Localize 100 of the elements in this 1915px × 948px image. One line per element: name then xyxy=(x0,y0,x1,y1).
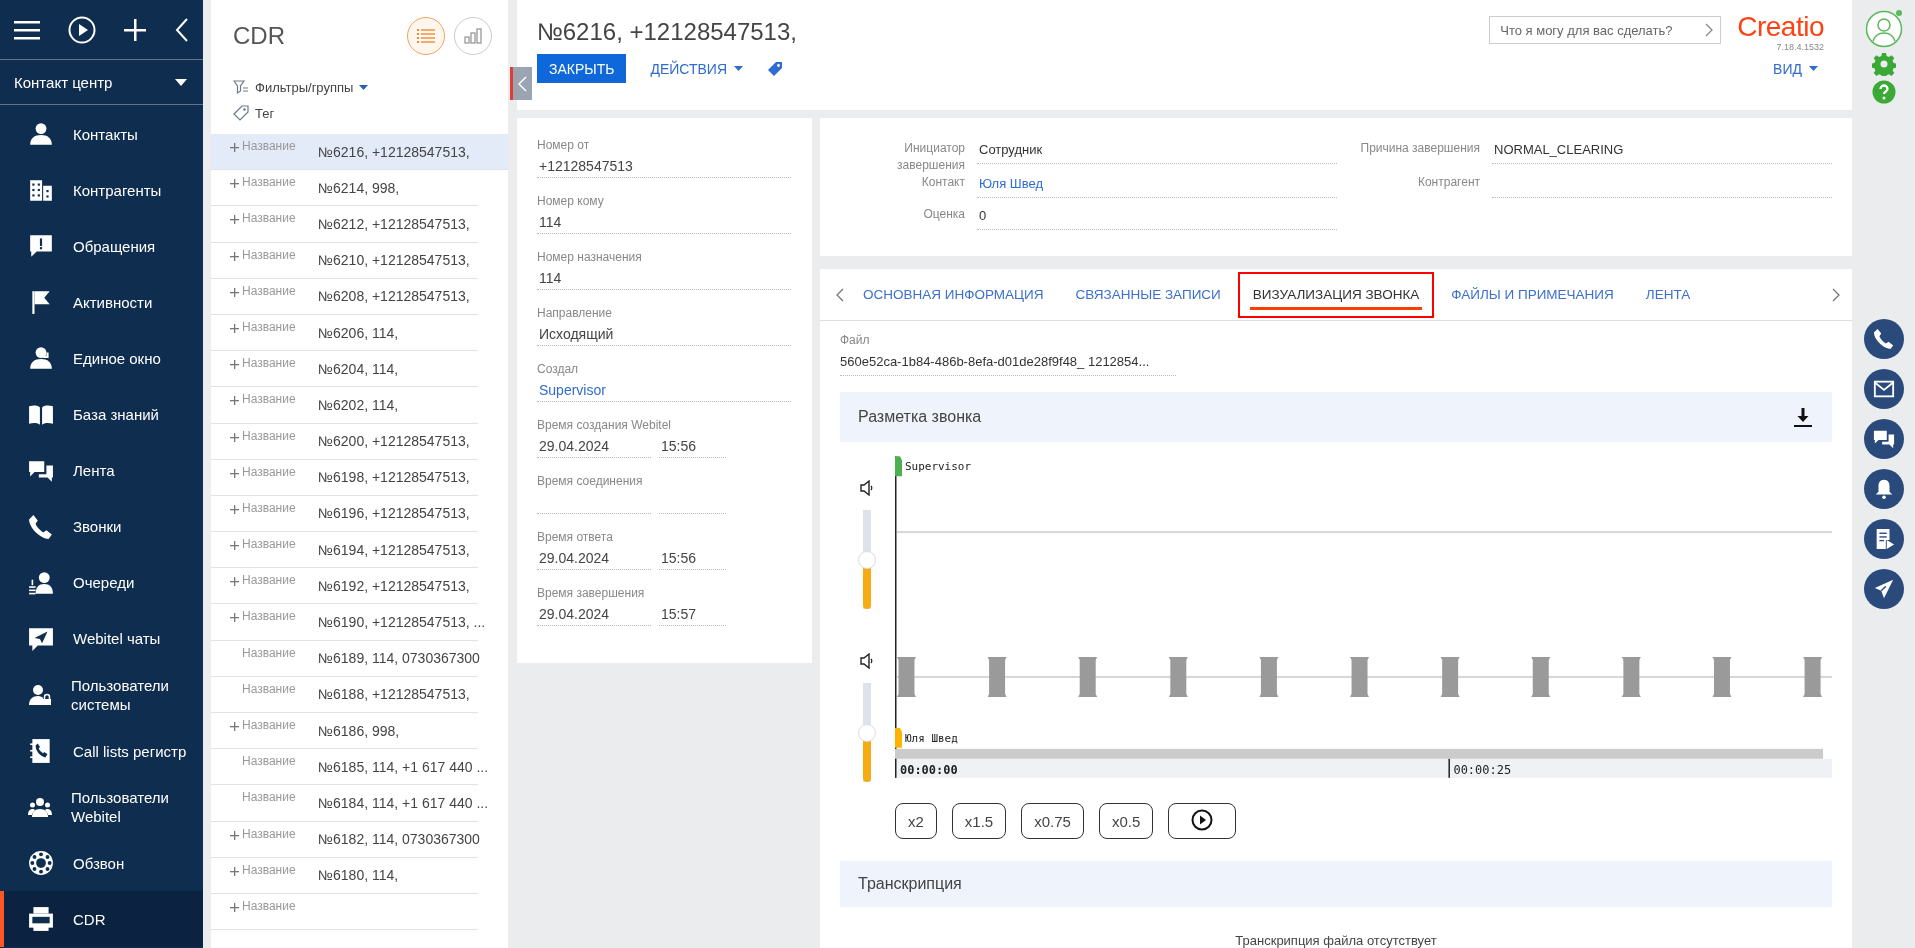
filter-icon xyxy=(233,79,249,95)
collapse-handle[interactable] xyxy=(510,67,532,100)
field-value: Сотрудник xyxy=(977,140,1337,164)
nav-item[interactable]: CDR xyxy=(0,891,203,948)
field-label: Название xyxy=(242,139,296,153)
tag-icon[interactable] xyxy=(767,60,783,77)
list-row[interactable]: Название №6189, 114, 0730367300 xyxy=(211,640,478,677)
nav-item[interactable]: Единое окно xyxy=(0,330,203,387)
field-label: Название xyxy=(242,790,296,805)
help-icon[interactable] xyxy=(1871,80,1896,104)
nav-item[interactable]: Пользователи Webitel xyxy=(0,779,203,836)
time-label: 00:00:00 xyxy=(899,762,958,777)
tab[interactable]: ВИЗУАЛИЗАЦИЯ ЗВОНКА xyxy=(1237,271,1435,318)
mail-button[interactable] xyxy=(1863,369,1904,409)
field-label: Название xyxy=(242,392,296,407)
list-row[interactable]: Название №6208, +12128547513, xyxy=(211,278,478,315)
actions-menu[interactable]: ДЕЙСТВИЯ xyxy=(644,59,749,78)
date-field[interactable]: 29.04.2024 xyxy=(537,547,651,570)
date-field[interactable]: 29.04.2024 xyxy=(537,435,651,458)
bell-button[interactable] xyxy=(1863,469,1904,509)
time-field[interactable]: 15:56 xyxy=(659,435,726,458)
settings-icon[interactable] xyxy=(1871,52,1896,76)
time-field[interactable]: 15:57 xyxy=(659,603,726,626)
field-label: Название xyxy=(242,826,296,841)
field-label: Название xyxy=(242,681,296,696)
play-icon[interactable] xyxy=(67,15,96,44)
workplace-dropdown[interactable]: Контакт центр xyxy=(0,60,203,105)
tab[interactable]: ОСНОВНАЯ ИНФОРМАЦИЯ xyxy=(848,271,1059,318)
nav-item[interactable]: Webitel чаты xyxy=(0,610,203,667)
row-value: №6182, 114, 0730367300 xyxy=(318,831,480,848)
view-menu[interactable]: ВИД xyxy=(1767,59,1824,78)
chevron-right-icon xyxy=(1705,23,1714,37)
nav-item[interactable]: Звонки xyxy=(0,498,203,555)
list-row[interactable]: Название №6212, +12128547513, xyxy=(211,206,478,243)
field-label: Номер назначения xyxy=(537,250,643,266)
nav-item[interactable]: Обзвон xyxy=(0,835,203,892)
person-lock-icon xyxy=(28,682,52,708)
nav-item[interactable]: Активности xyxy=(0,274,203,331)
search-field[interactable]: Что я могу для вас сделать? xyxy=(1489,16,1722,44)
close-button[interactable]: ЗАКРЫТЬ xyxy=(537,54,627,83)
nav-item[interactable]: Лента xyxy=(0,442,203,499)
nav-item[interactable]: Контакты xyxy=(0,106,203,163)
speed-button[interactable]: x1.5 xyxy=(951,803,1007,839)
alert-bubble-icon xyxy=(28,233,54,260)
field-link[interactable]: Юля Швед xyxy=(977,174,1337,198)
speed-button[interactable]: x2 xyxy=(895,803,937,839)
field-value: 560e52ca-1b84-486b-8efa-d01de28f9f48_ 1212854... xyxy=(840,351,1176,376)
list-row[interactable]: Название №6192, +12128547513, xyxy=(211,568,478,605)
chat-bubbles-button[interactable] xyxy=(1863,419,1904,459)
tab[interactable]: ФАЙЛЫ И ПРИМЕЧАНИЯ xyxy=(1436,271,1629,318)
field-label: Название xyxy=(242,862,296,877)
caret-down-icon xyxy=(734,66,743,71)
field-label: Название xyxy=(242,247,296,262)
tab[interactable]: ЛЕНТА xyxy=(1630,271,1706,318)
play-button[interactable] xyxy=(1168,803,1237,839)
plus-icon[interactable] xyxy=(123,17,148,42)
list-row[interactable]: Название №6182, 114, 0730367300 xyxy=(211,821,478,858)
nav-item[interactable]: Call lists регистр xyxy=(0,723,203,780)
nav-item[interactable]: База знаний xyxy=(0,386,203,443)
list-row[interactable]: Название №6180, 114, xyxy=(211,857,478,894)
building-icon xyxy=(28,177,54,204)
menu-icon[interactable] xyxy=(14,18,40,41)
field-label: Название xyxy=(242,175,296,190)
nav-item[interactable]: Пользователи системы xyxy=(0,666,203,724)
list-row[interactable]: Название №6202, 114, xyxy=(211,387,478,424)
row-value: №6208, +12128547513, xyxy=(318,288,470,305)
record-title: №6216, +12128547513, xyxy=(537,18,797,46)
list-row[interactable]: Название №6188, +12128547513, xyxy=(211,676,478,713)
chevron-right-icon[interactable] xyxy=(1832,287,1840,302)
nav-item[interactable]: Обращения xyxy=(0,218,203,275)
time-field[interactable]: 15:56 xyxy=(659,547,726,570)
date-field[interactable]: 29.04.2024 xyxy=(537,603,651,626)
list-row[interactable]: Название №6198, +12128547513, xyxy=(211,459,478,496)
list-row[interactable]: Название №6204, 114, xyxy=(211,351,478,388)
list-row[interactable]: Название №6200, +12128547513, xyxy=(211,423,478,460)
list-row[interactable]: Название №6216, +12128547513, xyxy=(211,134,508,171)
list-row[interactable]: Название №6186, 998, xyxy=(211,713,478,750)
paper-plane-button[interactable] xyxy=(1863,569,1904,609)
field-label: Время завершения xyxy=(537,586,646,602)
nav-item[interactable]: Очереди xyxy=(0,554,203,611)
tag-filter[interactable]: Тег xyxy=(211,100,508,126)
tab[interactable]: СВЯЗАННЫЕ ЗАПИСИ xyxy=(1060,271,1236,318)
nav-item[interactable]: Контрагенты xyxy=(0,162,203,219)
list-row[interactable]: Название №6210, +12128547513, xyxy=(211,242,478,279)
document-play-button[interactable] xyxy=(1863,519,1904,559)
speed-button[interactable]: x0.75 xyxy=(1021,803,1084,839)
field-link[interactable]: Supervisor xyxy=(537,379,791,402)
field-label: Номер кому xyxy=(537,194,605,210)
row-value: №6189, 114, 0730367300 xyxy=(318,650,480,667)
field-label: Название xyxy=(242,283,296,298)
track-name: Юля Швед xyxy=(904,731,958,745)
list-row[interactable]: Название №6194, +12128547513, xyxy=(211,532,478,569)
phone-button[interactable] xyxy=(1863,319,1904,359)
filters-dropdown[interactable]: Фильтры/группы xyxy=(211,74,508,100)
list-row[interactable]: Название №6206, 114, xyxy=(211,314,478,352)
play-icon xyxy=(1191,808,1214,831)
download-icon[interactable] xyxy=(1794,407,1812,427)
list-row[interactable]: Название №6214, 998, xyxy=(211,170,478,207)
speed-button[interactable]: x0.5 xyxy=(1098,803,1154,839)
list-row[interactable]: Название №6196, +12128547513, xyxy=(211,495,478,533)
